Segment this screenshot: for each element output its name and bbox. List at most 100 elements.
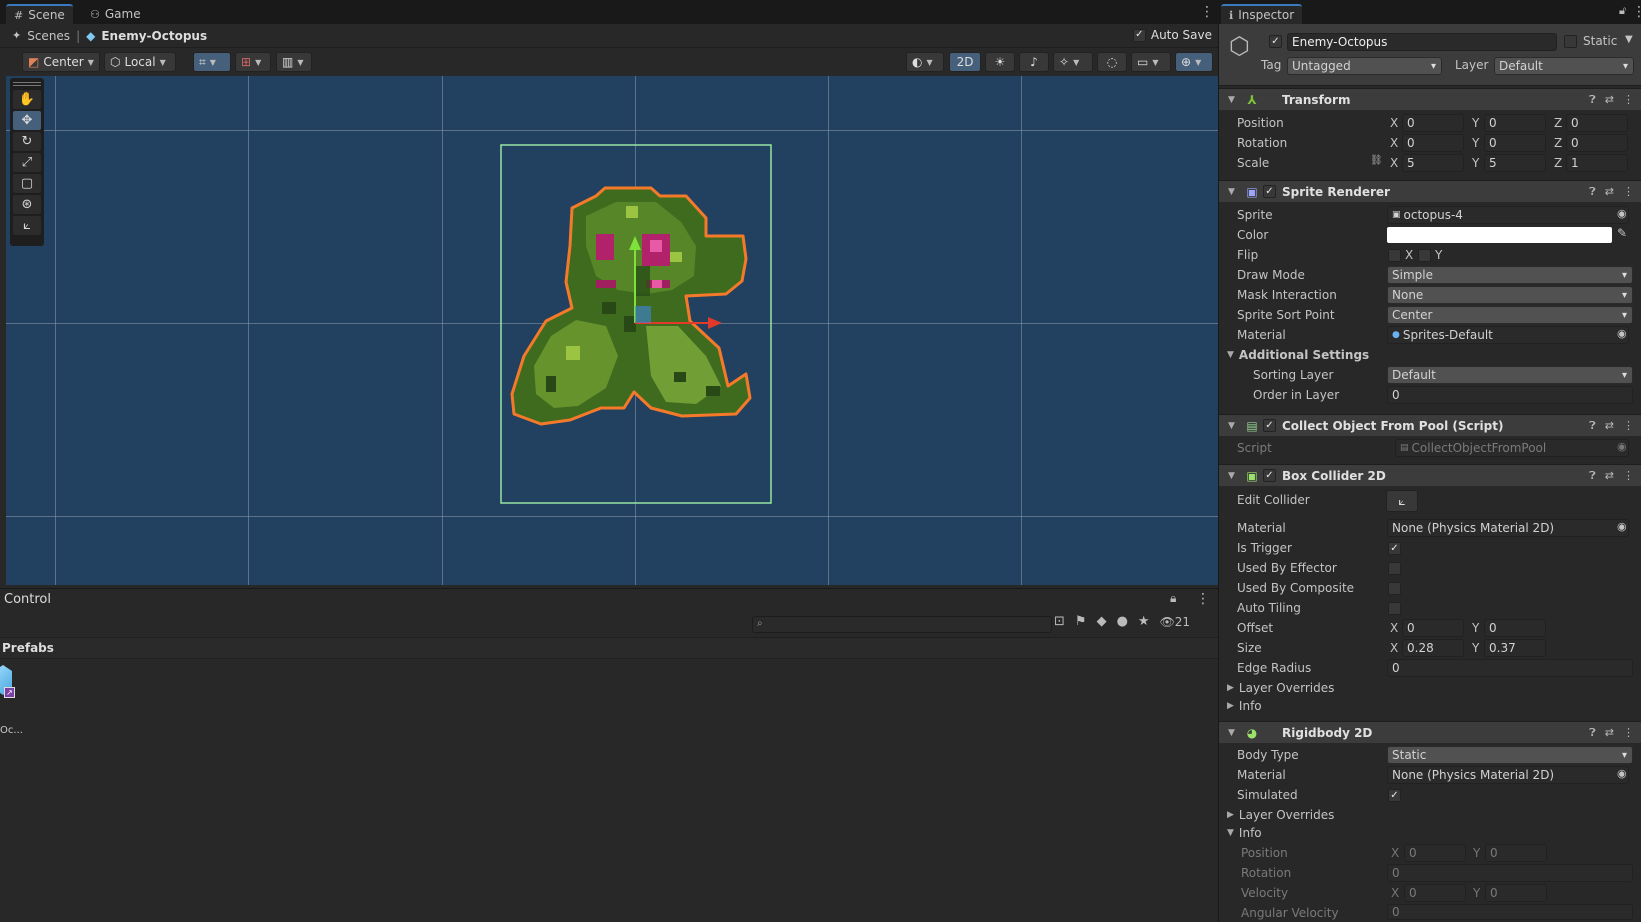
object-picker-icon[interactable]: ◉ xyxy=(1617,327,1627,340)
component-menu-icon[interactable]: ⋮ xyxy=(1623,726,1634,740)
tab-game[interactable]: ⚇ Game xyxy=(82,4,149,24)
edit-collider-button[interactable]: ⟀ xyxy=(1386,490,1418,512)
visibility-button[interactable]: ◌ xyxy=(1097,52,1127,72)
edge-radius-field[interactable]: 0 xyxy=(1387,659,1633,677)
static-checkbox[interactable] xyxy=(1564,35,1577,48)
tag-dropdown[interactable]: Untagged xyxy=(1287,57,1442,75)
audio-button[interactable]: ♪ xyxy=(1019,52,1049,72)
project-search-input[interactable]: ⌕ xyxy=(752,616,1052,633)
mask-interaction-dropdown[interactable]: None xyxy=(1387,286,1633,304)
preset-icon[interactable]: ⇄ xyxy=(1605,419,1614,433)
component-menu-icon[interactable]: ⋮ xyxy=(1623,419,1634,433)
draw-mode-dropdown[interactable]: Simple xyxy=(1387,266,1633,284)
camera-button[interactable]: ▭ ▼ xyxy=(1131,52,1171,72)
rotation-y-field[interactable]: 0 xyxy=(1484,134,1546,152)
object-picker-icon[interactable]: ◉ xyxy=(1617,767,1627,780)
octopus-sprite[interactable] xyxy=(510,186,752,426)
help-icon[interactable]: ❓︎ xyxy=(1589,93,1596,107)
increment-snap-button[interactable]: ⊞ ▼ xyxy=(235,52,271,72)
rb-material-field[interactable]: None (Physics Material 2D) xyxy=(1387,766,1629,784)
tab-scene[interactable]: # Scene xyxy=(6,4,73,24)
component-menu-icon[interactable]: ⋮ xyxy=(1623,185,1634,199)
rect-tool-icon[interactable]: ▢ xyxy=(13,174,41,193)
favorite-star-icon[interactable]: ★ xyxy=(1138,614,1150,629)
scale-tool-icon[interactable]: ⤢ xyxy=(13,153,41,172)
size-x-field[interactable]: 0.28 xyxy=(1402,639,1464,657)
offset-x-field[interactable]: 0 xyxy=(1402,619,1464,637)
grid-snap-button[interactable]: ⌗ ▼ xyxy=(193,52,231,72)
static-dropdown-icon[interactable]: ▼ xyxy=(1625,34,1633,45)
layer-dropdown[interactable]: Default xyxy=(1494,57,1634,75)
position-y-field[interactable]: 0 xyxy=(1484,114,1546,132)
help-icon[interactable]: ❓︎ xyxy=(1589,469,1596,483)
position-x-field[interactable]: 0 xyxy=(1402,114,1464,132)
rb-info-foldout[interactable]: ▼ Info xyxy=(1227,824,1262,842)
transform-header[interactable]: ▼ ⅄ Transform ❓︎ ⇄ ⋮ xyxy=(1219,88,1641,110)
additional-settings-foldout[interactable]: ▼ Additional Settings xyxy=(1227,346,1369,364)
collider-material-field[interactable]: None (Physics Material 2D) xyxy=(1387,519,1629,537)
preset-icon[interactable]: ⇄ xyxy=(1605,469,1614,483)
auto-tiling-checkbox[interactable] xyxy=(1388,602,1401,615)
folder-breadcrumb[interactable]: Prefabs xyxy=(0,637,1218,659)
transform-tool-icon[interactable]: ⊛ xyxy=(13,195,41,214)
space-local-dropdown[interactable]: ⬡ Local ▼ xyxy=(104,52,176,72)
rotation-z-field[interactable]: 0 xyxy=(1566,134,1628,152)
sprite-renderer-header[interactable]: ▼ ▣ ✓ Sprite Renderer ❓︎ ⇄ ⋮ xyxy=(1219,180,1641,202)
filter-label-icon[interactable]: ◆ xyxy=(1097,614,1107,629)
inspector-lock-icon[interactable]: 🔓︎ xyxy=(1619,5,1626,16)
draw-mode-button[interactable]: ◐ ▼ xyxy=(906,52,944,72)
preset-icon[interactable]: ⇄ xyxy=(1605,185,1614,199)
sprite-field[interactable]: ▣ octopus-4 xyxy=(1387,206,1629,224)
palette-grip[interactable] xyxy=(13,82,41,86)
project-menu-icon[interactable]: ⋮ xyxy=(1196,592,1210,606)
box-collider-enabled-checkbox[interactable]: ✓ xyxy=(1263,469,1276,482)
asset-label[interactable]: Oc... xyxy=(0,725,23,736)
x-axis-handle[interactable] xyxy=(708,317,722,329)
used-by-composite-checkbox[interactable] xyxy=(1388,582,1401,595)
filter-type-icon[interactable]: ⚑ xyxy=(1075,614,1087,629)
simulated-checkbox[interactable]: ✓ xyxy=(1388,789,1401,802)
effects-button[interactable]: ✧ ▼ xyxy=(1053,52,1093,72)
body-type-dropdown[interactable]: Static xyxy=(1387,746,1633,764)
custom-tool-icon[interactable]: ⟀ xyxy=(13,216,41,235)
rigidbody-header[interactable]: ▼ ◕ Rigidbody 2D ❓︎ ⇄ ⋮ xyxy=(1219,721,1641,743)
lock-icon[interactable]: 🔒︎ xyxy=(1170,592,1176,604)
sorting-layer-dropdown[interactable]: Default xyxy=(1387,366,1633,384)
flip-x-checkbox[interactable] xyxy=(1388,249,1401,262)
rb-layer-overrides-foldout[interactable]: ▶ Layer Overrides xyxy=(1227,806,1334,824)
sprite-renderer-enabled-checkbox[interactable]: ✓ xyxy=(1263,185,1276,198)
script-enabled-checkbox[interactable]: ✓ xyxy=(1263,419,1276,432)
flip-y-checkbox[interactable] xyxy=(1418,249,1431,262)
xy-plane-handle[interactable] xyxy=(635,306,651,323)
scale-z-field[interactable]: 1 xyxy=(1566,154,1628,172)
scene-viewport[interactable] xyxy=(6,76,1218,585)
object-name-field[interactable]: Enemy-Octopus xyxy=(1287,33,1557,51)
eyedropper-icon[interactable]: ✎ xyxy=(1617,226,1627,240)
help-icon[interactable]: ❓︎ xyxy=(1589,419,1596,433)
collider-info-foldout[interactable]: ▶ Info xyxy=(1227,697,1262,715)
auto-save-checkbox[interactable]: ✓ xyxy=(1132,28,1146,42)
preset-icon[interactable]: ⇄ xyxy=(1605,726,1614,740)
collider-layer-overrides-foldout[interactable]: ▶ Layer Overrides xyxy=(1227,679,1334,697)
auto-save-toggle[interactable]: ✓ Auto Save xyxy=(1132,28,1212,42)
active-checkbox[interactable]: ✓ xyxy=(1269,35,1282,48)
offset-y-field[interactable]: 0 xyxy=(1484,619,1546,637)
tab-inspector[interactable]: ℹ Inspector xyxy=(1221,4,1303,24)
asset-store-icon[interactable]: ⊡ xyxy=(1054,614,1065,629)
mode-2d-button[interactable]: 2D xyxy=(949,52,981,72)
move-tool-icon[interactable]: ✥ xyxy=(13,111,41,130)
rotate-tool-icon[interactable]: ↻ xyxy=(13,132,41,151)
ruler-button[interactable]: ▥ ▼ xyxy=(276,52,312,72)
breadcrumb-current[interactable]: Enemy-Octopus xyxy=(101,29,207,43)
pivot-center-dropdown[interactable]: ◩ Center ▼ xyxy=(22,52,100,72)
inspector-menu-icon[interactable]: ⋮ xyxy=(1632,5,1641,19)
order-in-layer-field[interactable]: 0 xyxy=(1387,386,1633,404)
gizmos-button[interactable]: ⊕ ▼ xyxy=(1175,52,1213,72)
position-z-field[interactable]: 0 xyxy=(1566,114,1628,132)
help-icon[interactable]: ❓︎ xyxy=(1589,726,1596,740)
lighting-button[interactable]: ☀ xyxy=(985,52,1015,72)
help-icon[interactable]: ❓︎ xyxy=(1589,185,1596,199)
scale-x-field[interactable]: 5 xyxy=(1402,154,1464,172)
hand-tool-icon[interactable]: ✋ xyxy=(13,90,41,109)
scene-menu-icon[interactable]: ⋮ xyxy=(1200,5,1214,19)
